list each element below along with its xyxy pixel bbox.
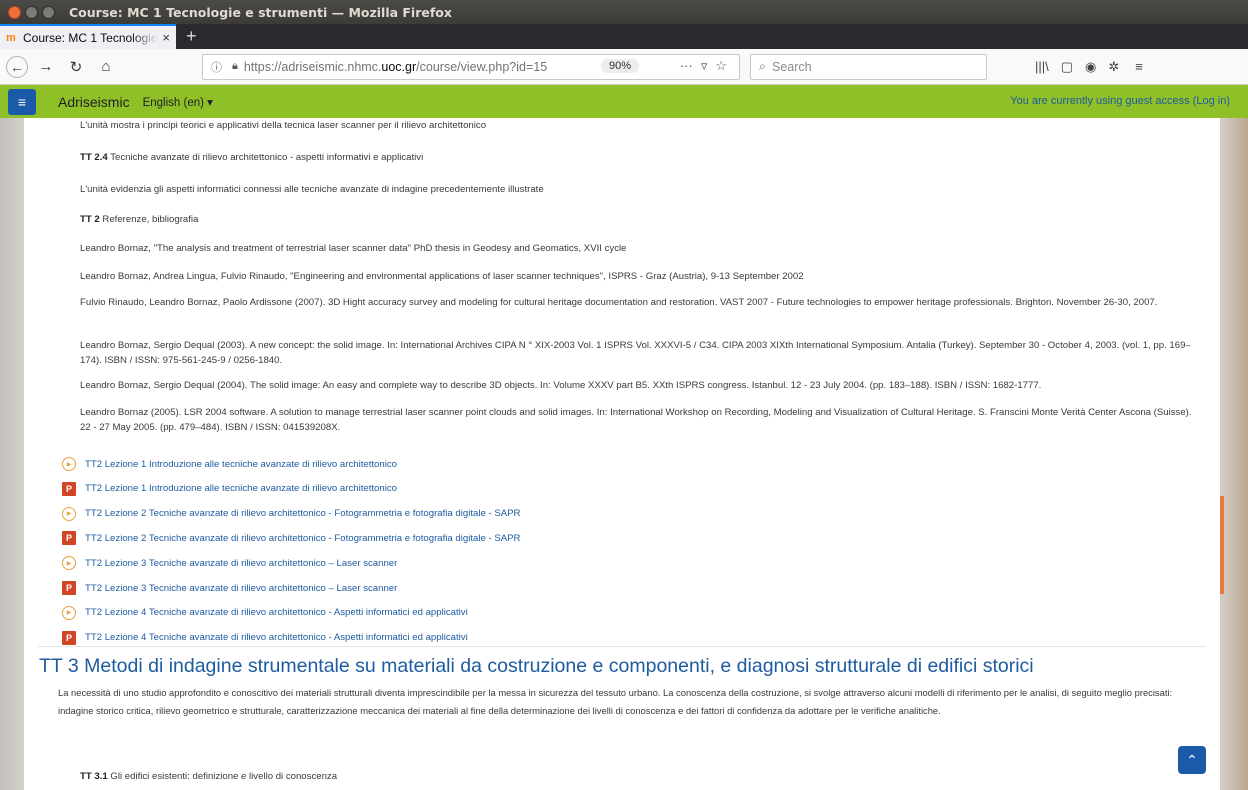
reference-item: Leandro Bornaz, "The analysis and treatm…: [80, 243, 627, 254]
resource-link[interactable]: ▶ TT2 Lezione 4 Tecniche avanzate di rili…: [62, 605, 468, 620]
window-maximize-button[interactable]: [42, 5, 55, 19]
pocket-icon[interactable]: ▿: [701, 58, 708, 74]
extensions-icon[interactable]: ✲: [1108, 59, 1119, 75]
guest-access-notice: You are currently using guest access (Lo…: [1010, 95, 1230, 107]
search-placeholder: Search: [772, 59, 812, 74]
resource-label: TT2 Lezione 2 Tecniche avanzate di rilie…: [85, 532, 521, 544]
moodle-navbar: ≡ Adriseismic English (en) ▾ You are cur…: [0, 85, 1248, 118]
tab-course[interactable]: m Course: MC 1 Tecnologie e strumenti ×: [0, 24, 176, 49]
video-icon: ▶: [62, 605, 76, 620]
bookmark-star-icon[interactable]: ☆: [715, 58, 727, 74]
resource-label: TT2 Lezione 4 Tecniche avanzate di rilie…: [85, 632, 468, 644]
section-title: TT 3 Metodi di indagine strumentale su m…: [39, 655, 1034, 677]
search-icon: ⌕: [759, 59, 767, 73]
tab-label: Course: MC 1 Tecnologie e strumenti: [23, 30, 158, 45]
video-icon: ▶: [62, 457, 76, 471]
search-input[interactable]: ⌕ Search: [750, 53, 987, 80]
resource-link[interactable]: P TT2 Lezione 2 Tecniche avanzate di rili…: [62, 531, 521, 546]
resource-link[interactable]: ▶ TT2 Lezione 3 Tecniche avanzate di rili…: [62, 556, 398, 571]
library-icon[interactable]: |||\: [1035, 59, 1049, 75]
page-actions-icon[interactable]: ···: [680, 58, 693, 74]
resource-label: TT2 Lezione 1 Introduzione alle tecniche…: [85, 458, 397, 470]
url-bar[interactable]: ⓘ 🔒︎ https://adriseismic.nhmc.uoc.gr/cou…: [202, 53, 740, 80]
moodle-favicon-icon: m: [6, 31, 16, 44]
page-viewport: L'unità mostra i principi teorici e appl…: [0, 118, 1248, 790]
zoom-level-badge[interactable]: 90%: [600, 58, 639, 73]
resource-link[interactable]: P TT2 Lezione 1 Introduzione alle tecnich…: [62, 481, 397, 496]
back-to-top-button[interactable]: ⌃: [1178, 746, 1206, 774]
text-paragraph: L'unità evidenzia gli aspetti informatic…: [80, 184, 544, 195]
resource-link[interactable]: ▶ TT2 Lezione 2 Tecniche avanzate di rili…: [62, 506, 521, 521]
lock-icon: 🔒︎: [232, 60, 238, 72]
resource-label: TT2 Lezione 3 Tecniche avanzate di rilie…: [85, 557, 398, 569]
language-menu[interactable]: English (en) ▾: [143, 95, 213, 109]
reload-icon[interactable]: ↻: [64, 55, 88, 79]
powerpoint-icon: P: [62, 581, 76, 595]
window-title: Course: MC 1 Tecnologie e strumenti — Mo…: [69, 4, 452, 20]
text-paragraph: TT 2 Referenze, bibliografia: [80, 214, 199, 225]
resource-link[interactable]: P TT2 Lezione 4 Tecniche avanzate di rili…: [62, 630, 468, 645]
resource-label: TT2 Lezione 4 Tecniche avanzate di rilie…: [85, 607, 468, 619]
login-link[interactable]: Log in: [1196, 95, 1226, 107]
tab-close-icon[interactable]: ×: [162, 30, 170, 45]
text-paragraph: L'unità mostra i principi teorici e appl…: [80, 120, 487, 131]
reference-item: Leandro Bornaz (2005). LSR 2004 software…: [80, 407, 1192, 433]
resource-link[interactable]: P TT2 Lezione 3 Tecniche avanzate di rili…: [62, 581, 397, 595]
app-menu-icon[interactable]: ≡: [1135, 59, 1143, 75]
back-icon[interactable]: ←: [6, 55, 28, 78]
reference-item: Leandro Bornaz, Sergio Dequal (2003). A …: [80, 340, 1191, 366]
powerpoint-icon: P: [62, 531, 76, 546]
account-icon[interactable]: ◉: [1085, 59, 1096, 75]
window-minimize-button[interactable]: [25, 5, 38, 19]
reference-item: Leandro Bornaz, Sergio Dequal (2004). Th…: [80, 380, 1042, 391]
text-paragraph: TT 2.4 Tecniche avanzate di rilievo arch…: [80, 152, 424, 163]
resource-link[interactable]: ▶ TT2 Lezione 1 Introduzione alle tecnich…: [62, 457, 397, 471]
reference-item: Leandro Bornaz, Andrea Lingua, Fulvio Ri…: [80, 271, 804, 282]
site-name-link[interactable]: Adriseismic: [58, 94, 130, 110]
reference-item: Fulvio Rinaudo, Leandro Bornaz, Paolo Ar…: [80, 297, 1158, 308]
forward-icon[interactable]: →: [34, 55, 58, 79]
resource-label: TT2 Lezione 3 Tecniche avanzate di rilie…: [85, 582, 398, 594]
text-paragraph: TT 3.1 Gli edifici esistenti: definizion…: [80, 771, 338, 782]
drawer-toggle-button[interactable]: ≡: [8, 88, 36, 115]
url-text: https://adriseismic.nhmc.uoc.gr/course/v…: [243, 59, 548, 74]
section-summary: La necessità di uno studio approfondito …: [58, 687, 1173, 716]
new-tab-button[interactable]: +: [186, 24, 197, 49]
nav-toolbar: ← → ↻ ⌂ ⓘ 🔒︎ https://adriseismic.nhmc.uo…: [0, 49, 1248, 85]
tab-strip: m Course: MC 1 Tecnologie e strumenti × …: [0, 24, 1248, 49]
home-icon[interactable]: ⌂: [94, 55, 118, 79]
resource-label: TT2 Lezione 2 Tecniche avanzate di rilie…: [85, 508, 521, 520]
window-close-button[interactable]: [8, 5, 21, 19]
powerpoint-icon: P: [62, 481, 76, 496]
window-titlebar: Course: MC 1 Tecnologie e strumenti — Mo…: [0, 0, 1248, 24]
powerpoint-icon: P: [62, 630, 76, 645]
section-divider: [38, 646, 1206, 647]
site-info-icon[interactable]: ⓘ: [211, 59, 222, 75]
scrollbar[interactable]: [1220, 496, 1224, 594]
video-icon: ▶: [62, 506, 76, 521]
video-icon: ▶: [62, 556, 76, 571]
sidebar-icon[interactable]: ▢: [1061, 59, 1073, 75]
resource-label: TT2 Lezione 1 Introduzione alle tecniche…: [85, 483, 397, 495]
course-content: L'unità mostra i principi teorici e appl…: [24, 118, 1224, 790]
